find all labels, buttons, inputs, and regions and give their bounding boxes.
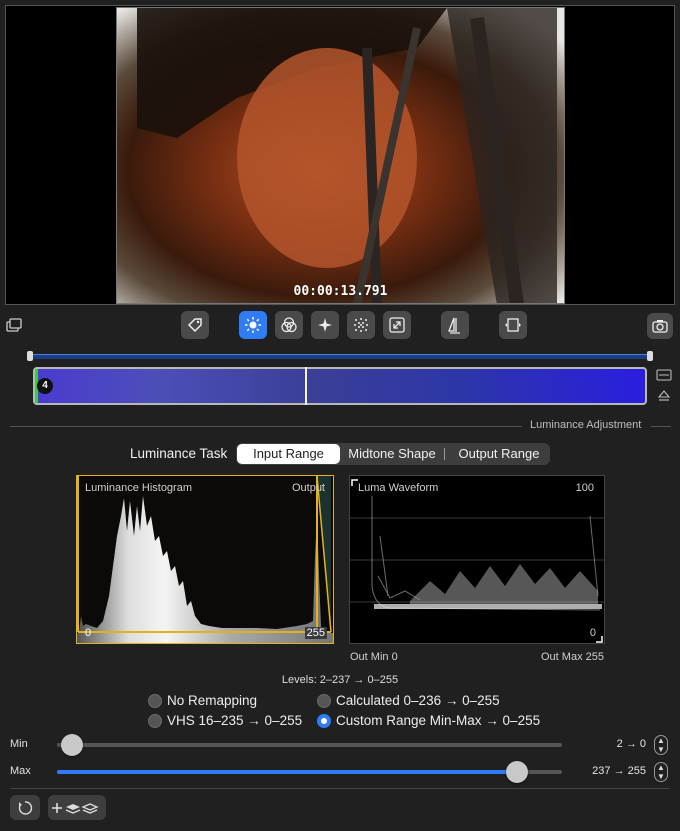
window-layers-icon[interactable]: [6, 318, 24, 334]
radio-label-no-remapping[interactable]: No Remapping: [167, 693, 257, 708]
waveform-graph: [350, 479, 604, 643]
tab-midtone-shape[interactable]: Midtone Shape: [342, 443, 442, 465]
min-slider-value: 2 → 0: [616, 738, 646, 750]
waveform-top-label: 100: [575, 482, 594, 494]
histogram-max-label: 255: [304, 627, 327, 639]
reset-icon[interactable]: [10, 795, 40, 820]
playhead[interactable]: [305, 367, 307, 405]
min-slider-label: Min: [10, 738, 28, 750]
camera-icon[interactable]: [647, 313, 673, 339]
min-stepper[interactable]: ▲ ▼: [654, 735, 668, 755]
video-frame-image: [137, 8, 557, 303]
tab-output-range[interactable]: Output Range: [449, 443, 549, 465]
segment-divider: [444, 448, 445, 460]
min-slider-thumb[interactable]: [60, 734, 83, 756]
levels-summary: Levels: 2–237 → 0–255: [281, 674, 399, 686]
waveform-title: Luma Waveform: [358, 482, 439, 494]
radio-label-vhs[interactable]: VHS 16–235 → 0–255: [167, 713, 302, 728]
film-crop-icon[interactable]: [499, 311, 527, 339]
timeline-strip[interactable]: [33, 367, 647, 405]
tab-input-range[interactable]: Input Range: [237, 444, 340, 464]
eject-icon[interactable]: [657, 389, 671, 403]
section-divider: [10, 426, 522, 427]
bottom-divider: [10, 788, 670, 789]
radio-custom-range[interactable]: [317, 714, 331, 728]
section-divider: [651, 426, 671, 427]
max-slider-label: Max: [10, 765, 31, 777]
add-layers-icon[interactable]: [48, 795, 106, 820]
out-min-label: Out Min 0: [350, 651, 398, 663]
trim-start-handle[interactable]: [27, 351, 33, 361]
resize-icon[interactable]: [383, 311, 411, 339]
video-frame: 00:00:13.791: [116, 7, 565, 304]
luma-waveform: Luma Waveform 100 0: [349, 475, 605, 644]
max-slider-thumb[interactable]: [505, 761, 528, 783]
sparkle-icon[interactable]: [311, 311, 339, 339]
histogram-output-label: Output: [291, 482, 325, 494]
brightness-icon[interactable]: [239, 311, 267, 339]
radio-label-custom-range[interactable]: Custom Range Min-Max → 0–255: [336, 713, 540, 728]
timeline-badge: 4: [37, 378, 53, 394]
section-title: Luminance Adjustment: [530, 419, 642, 431]
noise-icon[interactable]: [347, 311, 375, 339]
out-max-label: Out Max 255: [541, 651, 604, 663]
min-slider-track[interactable]: [57, 743, 562, 747]
waveform-bottom-label: 0: [589, 627, 596, 639]
luminance-task-segmented-control[interactable]: Input Range Midtone Shape Output Range: [236, 443, 550, 465]
histogram-title: Luminance Histogram: [85, 482, 192, 494]
max-stepper[interactable]: ▲ ▼: [654, 762, 668, 782]
timecode: 00:00:13.791: [293, 284, 388, 299]
max-slider-fill: [57, 770, 517, 774]
radio-calculated[interactable]: [317, 694, 331, 708]
luminance-task-label: Luminance Task: [130, 446, 228, 461]
color-circles-icon[interactable]: [275, 311, 303, 339]
trim-range-bar[interactable]: [30, 354, 650, 359]
max-slider-value: 237 → 255: [592, 765, 646, 777]
radio-no-remapping[interactable]: [148, 694, 162, 708]
tag-icon[interactable]: [181, 311, 209, 339]
luminance-histogram[interactable]: Luminance Histogram Output 0 255: [76, 475, 334, 644]
histogram-min-label: 0: [85, 627, 92, 639]
timeline-view-icon[interactable]: [656, 369, 672, 381]
radio-label-calculated[interactable]: Calculated 0–236 → 0–255: [336, 693, 500, 708]
trim-end-handle[interactable]: [647, 351, 653, 361]
histogram-graph: [77, 476, 333, 643]
radio-vhs[interactable]: [148, 714, 162, 728]
flip-icon[interactable]: [441, 311, 469, 339]
